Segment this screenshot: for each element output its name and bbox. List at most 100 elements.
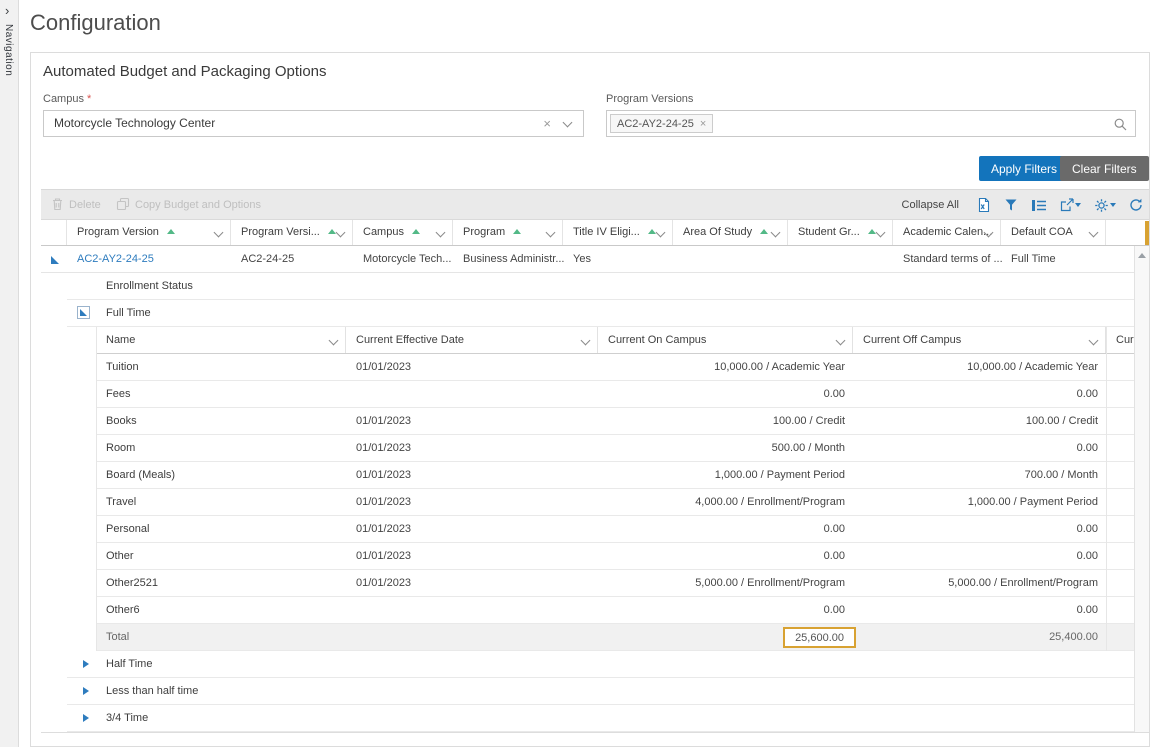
chevron-down-icon[interactable] <box>876 228 886 238</box>
table-row[interactable]: Other2521 01/01/2023 5,000.00 / Enrollme… <box>96 570 1134 597</box>
tag-label: AC2-AY2-24-25 <box>617 118 694 130</box>
cell-date: 01/01/2023 <box>356 570 411 596</box>
row-collapse-icon[interactable] <box>51 256 59 264</box>
chevron-down-icon[interactable] <box>1089 228 1099 238</box>
column-header-partial <box>1106 220 1134 245</box>
chevron-down-icon[interactable] <box>1089 336 1099 346</box>
gear-icon <box>1094 198 1109 213</box>
chevron-down-icon[interactable] <box>329 336 339 346</box>
clear-filters-button[interactable]: Clear Filters <box>1060 156 1149 181</box>
half-time-row[interactable]: Half Time <box>67 651 1134 678</box>
cell-on-campus: 0.00 <box>824 516 845 542</box>
row-expand-icon[interactable] <box>83 714 89 722</box>
detail-column-effective-date[interactable]: Current Effective Date <box>346 327 598 353</box>
collapse-all-button[interactable]: Collapse All <box>902 199 959 211</box>
chevron-down-icon[interactable] <box>546 228 556 238</box>
table-row[interactable]: Other 01/01/2023 0.00 0.00 <box>96 543 1134 570</box>
less-than-half-time-row[interactable]: Less than half time <box>67 678 1134 705</box>
enrollment-status-group-row: Enrollment Status <box>67 273 1134 300</box>
chevron-down-icon[interactable] <box>436 228 446 238</box>
table-row[interactable]: Other6 0.00 0.00 <box>96 597 1134 624</box>
chevron-right-icon[interactable]: › <box>5 4 9 18</box>
column-header-program-version[interactable]: Program Version <box>67 220 231 245</box>
chevron-down-icon[interactable] <box>836 336 846 346</box>
half-time-label: Half Time <box>106 651 152 677</box>
three-quarter-time-row[interactable]: 3/4 Time <box>67 705 1134 732</box>
table-row[interactable]: Tuition 01/01/2023 10,000.00 / Academic … <box>96 354 1134 381</box>
column-label: Program <box>463 226 505 238</box>
row-expand-icon[interactable] <box>83 660 89 668</box>
table-row[interactable]: Travel 01/01/2023 4,000.00 / Enrollment/… <box>96 489 1134 516</box>
row-expand-icon[interactable] <box>83 687 89 695</box>
settings-button[interactable] <box>1094 198 1116 213</box>
table-row[interactable]: Books 01/01/2023 100.00 / Credit 100.00 … <box>96 408 1134 435</box>
column-label: Current Off Campus <box>863 334 961 346</box>
campus-value: Motorcycle Technology Center <box>54 111 215 136</box>
chevron-down-icon[interactable] <box>214 228 224 238</box>
campus-select[interactable]: Motorcycle Technology Center × <box>43 110 584 137</box>
delete-button[interactable]: Delete <box>51 190 101 220</box>
cell-on-campus: 0.00 <box>824 543 845 569</box>
scroll-up-icon[interactable] <box>1138 253 1146 258</box>
column-chooser-icon[interactable] <box>1031 199 1047 212</box>
cell-date: 01/01/2023 <box>356 354 411 380</box>
sort-asc-icon <box>412 229 420 234</box>
panel-title: Automated Budget and Packaging Options <box>43 63 327 80</box>
cell-campus: Motorcycle Tech... <box>363 246 451 272</box>
program-version-tag[interactable]: AC2-AY2-24-25 × <box>610 114 713 133</box>
cell-on-campus: 100.00 / Credit <box>773 408 845 434</box>
column-header-title-iv[interactable]: Title IV Eligi... <box>563 220 673 245</box>
column-label: Current On Campus <box>608 334 706 346</box>
navigation-rail[interactable]: › Navigation <box>0 0 19 747</box>
sort-asc-icon <box>513 229 521 234</box>
detail-column-name[interactable]: Name <box>96 327 346 353</box>
column-header-area-of-study[interactable]: Area Of Study <box>673 220 788 245</box>
column-header-student-group[interactable]: Student Gr... <box>788 220 893 245</box>
chevron-down-icon[interactable] <box>771 228 781 238</box>
column-header-campus[interactable]: Campus <box>353 220 453 245</box>
program-version-link[interactable]: AC2-AY2-24-25 <box>77 246 154 272</box>
cell-program-version-2: AC2-24-25 <box>241 246 294 272</box>
column-header-program-version-2[interactable]: Program Versi... <box>231 220 353 245</box>
chevron-down-icon[interactable] <box>336 228 346 238</box>
cell-on-campus: 5,000.00 / Enrollment/Program <box>695 570 845 596</box>
vertical-scrollbar[interactable] <box>1134 246 1149 732</box>
campus-label-text: Campus <box>43 93 84 105</box>
cell-off-campus: 5,000.00 / Enrollment/Program <box>948 570 1098 596</box>
sort-asc-icon <box>167 229 175 234</box>
grid-header-row: Program Version Program Versi... Campus … <box>41 220 1149 246</box>
refresh-icon[interactable] <box>1129 198 1143 212</box>
enrollment-status-label: Enrollment Status <box>106 273 193 299</box>
collapse-box-icon[interactable] <box>77 306 90 319</box>
excel-export-icon[interactable] <box>976 197 991 213</box>
chevron-down-icon[interactable] <box>563 118 573 128</box>
table-row[interactable]: Board (Meals) 01/01/2023 1,000.00 / Paym… <box>96 462 1134 489</box>
cell-name: Travel <box>106 489 136 515</box>
program-versions-label: Program Versions <box>606 93 693 105</box>
cell-academic-calendar: Standard terms of ... <box>903 246 1003 272</box>
chevron-down-icon[interactable] <box>656 228 666 238</box>
expander-column-header <box>41 220 67 245</box>
export-button[interactable] <box>1060 198 1081 212</box>
full-time-row[interactable]: Full Time <box>67 300 1134 327</box>
column-header-default-coa[interactable]: Default COA <box>1001 220 1106 245</box>
table-row[interactable]: Room 01/01/2023 500.00 / Month 0.00 <box>96 435 1134 462</box>
table-row[interactable]: Fees 0.00 0.00 <box>96 381 1134 408</box>
program-versions-input[interactable]: AC2-AY2-24-25 × <box>606 110 1136 137</box>
filter-icon[interactable] <box>1004 198 1018 212</box>
detail-column-on-campus[interactable]: Current On Campus <box>598 327 853 353</box>
table-row[interactable]: Personal 01/01/2023 0.00 0.00 <box>96 516 1134 543</box>
table-row[interactable]: AC2-AY2-24-25 AC2-24-25 Motorcycle Tech.… <box>41 246 1134 273</box>
chevron-down-icon[interactable] <box>581 336 591 346</box>
cell-name: Other2521 <box>106 570 158 596</box>
detail-column-off-campus[interactable]: Current Off Campus <box>853 327 1106 353</box>
total-on-campus-highlighted-cell[interactable]: 25,600.00 <box>783 627 856 648</box>
tag-remove-icon[interactable]: × <box>700 118 706 130</box>
clear-icon[interactable]: × <box>543 111 551 136</box>
cell-on-campus: 4,000.00 / Enrollment/Program <box>695 489 845 515</box>
column-header-academic-calendar[interactable]: Academic Calen... <box>893 220 1001 245</box>
column-label: Student Gr... <box>798 226 860 238</box>
apply-filters-button[interactable]: Apply Filters <box>979 156 1069 181</box>
column-header-program[interactable]: Program <box>453 220 563 245</box>
copy-budget-button[interactable]: Copy Budget and Options <box>116 190 261 220</box>
